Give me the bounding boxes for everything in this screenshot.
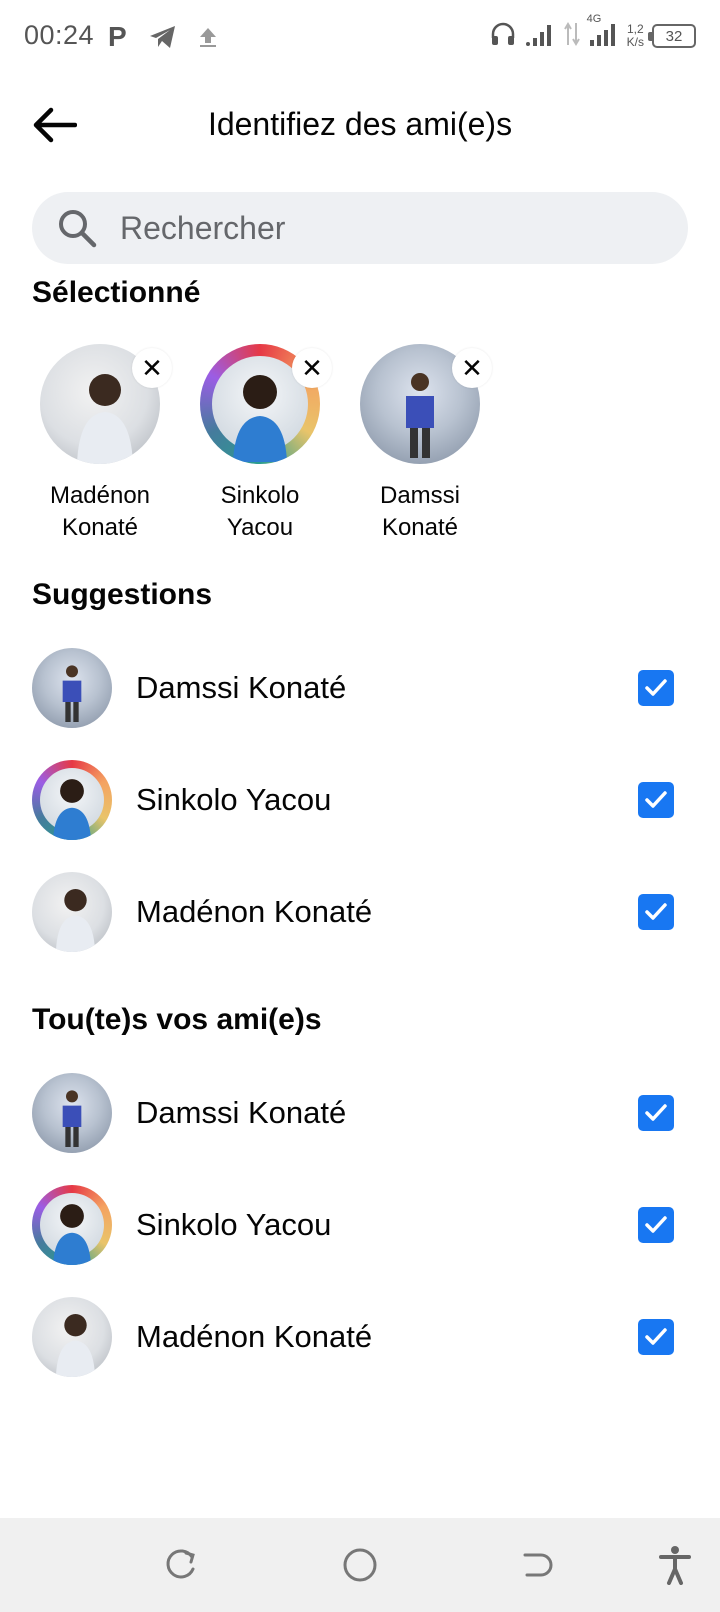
selected-list: ✕ Madénon Konaté ✕ Sinkolo Yacou ✕ Damss… — [20, 344, 500, 544]
friend-name: Madénon Konaté — [136, 894, 373, 929]
select-checkbox[interactable] — [638, 1207, 674, 1243]
selected-name: Sinkolo Yacou — [185, 480, 335, 544]
close-icon: ✕ — [301, 352, 323, 383]
speed-value: 1,2 — [626, 22, 644, 36]
checkmark-icon — [645, 791, 667, 808]
friend-name: Sinkolo Yacou — [136, 782, 332, 817]
selected-name-line1: Madénon — [49, 482, 151, 509]
search-bar[interactable] — [32, 192, 688, 264]
all-friends-list: Damssi Konaté Sinkolo Yacou Madénon Kona… — [0, 1057, 720, 1393]
selected-name-line1: Sinkolo — [220, 482, 300, 509]
all-friends-title: Tou(te)s vos ami(e)s — [32, 1003, 322, 1036]
selected-name-line1: Damssi — [379, 482, 460, 509]
search-input[interactable] — [120, 209, 640, 247]
signal-4g-icon: 4G — [587, 13, 619, 52]
accessibility-button[interactable] — [650, 1540, 700, 1590]
list-item[interactable]: Damssi Konaté — [0, 1057, 720, 1169]
list-item[interactable]: Sinkolo Yacou — [0, 744, 720, 856]
accessibility-icon — [659, 1546, 691, 1585]
parking-app-icon: P — [108, 21, 127, 52]
select-checkbox[interactable] — [638, 782, 674, 818]
suggestions-title: Suggestions — [32, 578, 213, 611]
checkmark-icon — [645, 1328, 667, 1345]
network-speed: 1,2 K/s — [627, 23, 644, 49]
selected-item: ✕ Sinkolo Yacou — [180, 344, 340, 544]
selected-item: ✕ Madénon Konaté — [20, 344, 180, 544]
system-nav-bar — [0, 1518, 720, 1612]
status-time: 00:24 — [24, 20, 95, 50]
suggestions-list: Damssi Konaté Sinkolo Yacou Madénon Kona… — [0, 632, 720, 968]
avatar — [32, 1073, 112, 1153]
selected-name: Damssi Konaté — [345, 480, 495, 544]
selected-name-line2: Konaté — [61, 514, 139, 541]
remove-selected-button[interactable]: ✕ — [452, 348, 492, 388]
selected-name: Madénon Konaté — [25, 480, 175, 544]
battery-level: 32 — [665, 27, 683, 45]
battery-icon: 32 — [648, 24, 696, 48]
remove-selected-button[interactable]: ✕ — [132, 348, 172, 388]
system-back-button[interactable] — [512, 1540, 562, 1590]
checkmark-icon — [645, 679, 667, 696]
list-item[interactable]: Madénon Konaté — [0, 1281, 720, 1393]
checkmark-icon — [645, 903, 667, 920]
remove-selected-button[interactable]: ✕ — [292, 348, 332, 388]
headphones-icon — [489, 20, 517, 53]
friend-name: Damssi Konaté — [136, 670, 347, 705]
status-indicators: 4G 1,2 K/s 32 — [489, 13, 696, 54]
avatar — [32, 648, 112, 728]
select-checkbox[interactable] — [638, 894, 674, 930]
avatar — [32, 1185, 112, 1265]
status-bar: 00:24 P 4G 1,2 K/s 32 — [0, 0, 720, 72]
list-item[interactable]: Damssi Konaté — [0, 632, 720, 744]
select-checkbox[interactable] — [638, 670, 674, 706]
checkmark-icon — [645, 1216, 667, 1233]
friend-name: Madénon Konaté — [136, 1319, 373, 1354]
selected-name-line2: Yacou — [226, 514, 294, 541]
home-button[interactable] — [335, 1540, 385, 1590]
list-item[interactable]: Sinkolo Yacou — [0, 1169, 720, 1281]
telegram-icon — [148, 20, 178, 54]
home-icon — [343, 1548, 377, 1582]
recent-apps-button[interactable] — [155, 1540, 205, 1590]
data-transfer-icon — [563, 21, 581, 52]
search-icon — [54, 205, 100, 251]
list-item[interactable]: Madénon Konaté — [0, 856, 720, 968]
checkmark-icon — [645, 1104, 667, 1121]
friend-name: Damssi Konaté — [136, 1095, 347, 1130]
avatar — [32, 872, 112, 952]
avatar — [32, 1297, 112, 1377]
select-checkbox[interactable] — [638, 1095, 674, 1131]
close-icon: ✕ — [461, 352, 483, 383]
selected-name-line2: Konaté — [381, 514, 459, 541]
back-icon — [523, 1553, 553, 1577]
recent-apps-icon — [166, 1549, 195, 1579]
selected-title: Sélectionné — [32, 276, 201, 309]
friend-name: Sinkolo Yacou — [136, 1207, 332, 1242]
header: Identifiez des ami(e)s — [0, 90, 720, 160]
page-title: Identifiez des ami(e)s — [207, 106, 513, 142]
select-checkbox[interactable] — [638, 1319, 674, 1355]
upload-icon — [196, 20, 220, 54]
speed-unit: K/s — [626, 35, 644, 49]
network-type-label: 4G — [586, 12, 602, 25]
avatar — [32, 760, 112, 840]
selected-item: ✕ Damssi Konaté — [340, 344, 500, 544]
close-icon: ✕ — [141, 352, 163, 383]
signal-icon — [525, 21, 555, 52]
